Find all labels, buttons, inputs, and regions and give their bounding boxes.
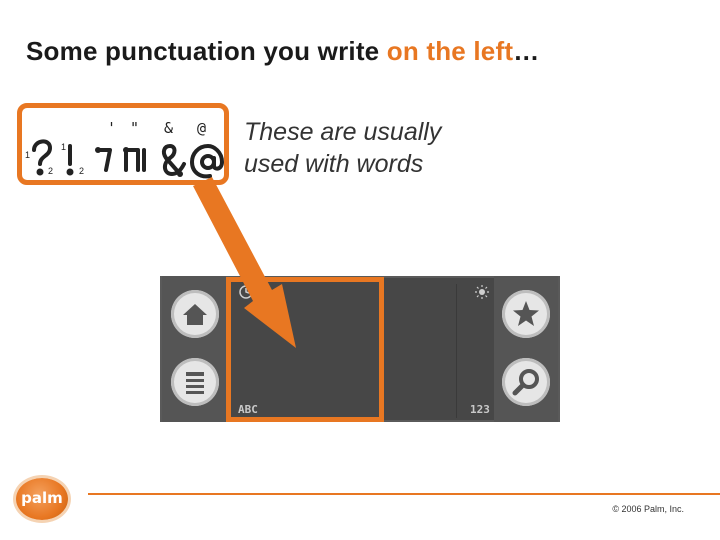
pointer-arrow-icon bbox=[193, 177, 296, 348]
footer-rule bbox=[88, 493, 720, 495]
copyright-notice: © 2006 Palm, Inc. bbox=[612, 504, 684, 514]
palm-logo: palm bbox=[16, 478, 68, 520]
palm-logo-text: palm bbox=[21, 489, 63, 507]
